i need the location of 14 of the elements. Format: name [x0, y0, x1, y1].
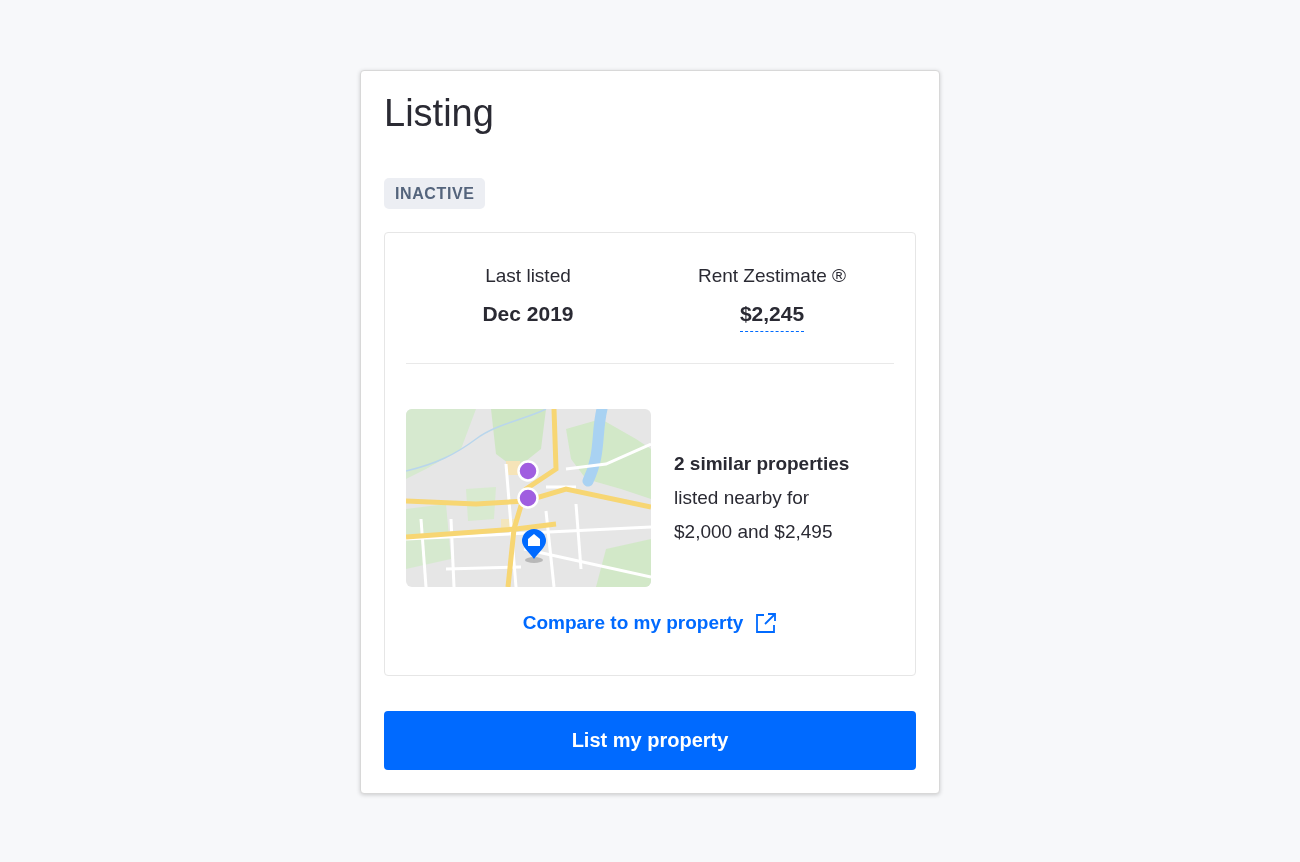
stat-label: Last listed: [485, 264, 571, 288]
similar-headline: 2 similar properties: [674, 452, 851, 476]
list-property-button[interactable]: List my property: [384, 711, 916, 770]
similar-description: listed nearby for $2,000 and $2,495: [674, 486, 834, 544]
stat-label: Rent Zestimate ®: [697, 264, 847, 288]
status-badge: INACTIVE: [384, 178, 486, 209]
dot-marker-icon[interactable]: [517, 460, 539, 482]
compare-link[interactable]: Compare to my property: [522, 607, 778, 639]
stat-value: Dec 2019: [482, 301, 574, 327]
card-title: Listing: [384, 91, 495, 136]
external-link-icon: [755, 612, 778, 634]
stat-value[interactable]: $2,245: [739, 301, 805, 332]
dot-marker-icon[interactable]: [517, 487, 539, 509]
home-pin-icon[interactable]: [521, 529, 547, 563]
